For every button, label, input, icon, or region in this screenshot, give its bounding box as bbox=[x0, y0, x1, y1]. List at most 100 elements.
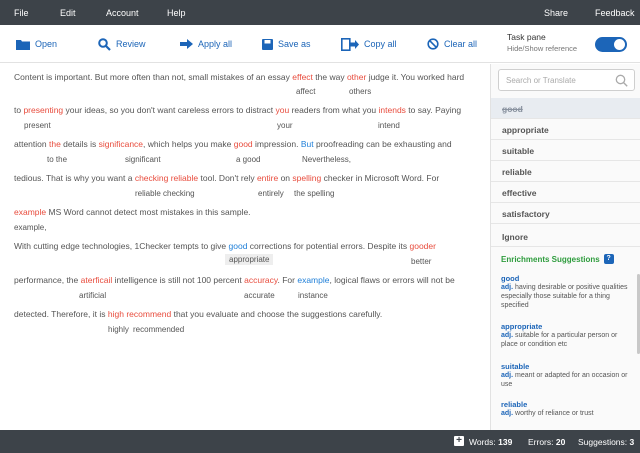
suggestion[interactable]: entirely bbox=[258, 189, 284, 198]
text-segment: intelligence is still not 100 percent bbox=[112, 275, 245, 285]
menu-feedback[interactable]: Feedback bbox=[595, 8, 635, 18]
text-line: tedious. That is why you want a checking… bbox=[14, 173, 439, 183]
clear-all-label: Clear all bbox=[444, 39, 478, 49]
option-original[interactable]: good bbox=[491, 98, 640, 119]
option-item[interactable]: suitable bbox=[491, 140, 640, 161]
definition-text: having desirable or positive qualities e… bbox=[501, 284, 628, 309]
definition-word[interactable]: good bbox=[501, 274, 631, 283]
suggestion[interactable]: example, bbox=[14, 223, 46, 232]
suggestion[interactable]: instance bbox=[298, 291, 328, 300]
review-button[interactable]: Review bbox=[98, 37, 146, 51]
flagged-enrichment[interactable]: example bbox=[297, 275, 329, 285]
status-bar: + Words: 139 Errors: 20 Suggestions: 3 bbox=[0, 430, 640, 453]
text-segment: proofreading can be exhausting and bbox=[313, 139, 452, 149]
flagged-error[interactable]: the bbox=[49, 139, 61, 149]
flagged-error[interactable]: you bbox=[276, 105, 290, 115]
definition-text: suitable for a particular person or plac… bbox=[501, 332, 618, 348]
definition-word[interactable]: appropriate bbox=[501, 322, 631, 331]
save-as-label: Save as bbox=[278, 39, 311, 49]
option-ignore[interactable]: Ignore bbox=[491, 226, 640, 247]
flagged-error[interactable]: recommend bbox=[126, 309, 171, 319]
text-segment: tedious. That is why you want a bbox=[14, 173, 135, 183]
definition-word[interactable]: reliable bbox=[501, 400, 631, 409]
apply-all-button[interactable]: Apply all bbox=[180, 37, 232, 51]
flagged-enrichment[interactable]: good bbox=[229, 241, 248, 251]
text-segment: detected. Therefore, it is bbox=[14, 309, 108, 319]
text-segment: tool. Don't rely bbox=[198, 173, 257, 183]
suggestion[interactable]: recommended bbox=[133, 325, 184, 334]
flagged-error[interactable]: good bbox=[234, 139, 253, 149]
text-line: performance, the aterficail intelligence… bbox=[14, 275, 455, 285]
flagged-enrichment[interactable]: But bbox=[301, 139, 314, 149]
flagged-error[interactable]: presenting bbox=[23, 105, 63, 115]
text-segment: impression. bbox=[252, 139, 301, 149]
suggestion[interactable]: a good bbox=[236, 155, 260, 164]
definition-entry: suitable adj. meant or adapted for an oc… bbox=[501, 362, 631, 389]
suggestion[interactable]: your bbox=[277, 121, 293, 130]
definition-pos: adj. bbox=[501, 372, 514, 379]
menu-share[interactable]: Share bbox=[544, 8, 568, 18]
flagged-error[interactable]: example bbox=[14, 207, 46, 217]
suggestion[interactable]: present bbox=[24, 121, 51, 130]
plus-icon[interactable]: + bbox=[454, 436, 464, 446]
text-line: attention the details is significance, w… bbox=[14, 139, 452, 149]
suggestion[interactable]: better bbox=[411, 257, 431, 266]
definition-entry: reliable adj. worthy of reliance or trus… bbox=[501, 400, 631, 418]
definition-word[interactable]: suitable bbox=[501, 362, 631, 371]
text-segment: that you evaluate and choose the suggest… bbox=[171, 309, 383, 319]
flagged-error[interactable]: significance bbox=[99, 139, 143, 149]
open-button[interactable]: Open bbox=[16, 37, 57, 51]
suggestion[interactable]: intend bbox=[378, 121, 400, 130]
suggestion[interactable]: significant bbox=[125, 155, 161, 164]
suggestion-selected[interactable]: appropriate bbox=[225, 254, 274, 265]
suggestion[interactable]: artificial bbox=[79, 291, 106, 300]
text-segment: readers from what you bbox=[289, 105, 379, 115]
menu-edit[interactable]: Edit bbox=[60, 8, 76, 18]
flagged-error[interactable]: accuracy bbox=[244, 275, 277, 285]
flagged-error[interactable]: spelling bbox=[292, 173, 321, 183]
flagged-error[interactable]: intends bbox=[379, 105, 406, 115]
flagged-error[interactable]: aterficail bbox=[81, 275, 113, 285]
option-item[interactable]: effective bbox=[491, 182, 640, 203]
task-pane-label: Task pane Hide/Show reference bbox=[507, 32, 577, 53]
flagged-error[interactable]: other bbox=[347, 72, 366, 82]
text-segment: on bbox=[278, 173, 293, 183]
definition-pos: adj. bbox=[501, 332, 514, 339]
suggestion[interactable]: highly bbox=[108, 325, 129, 334]
option-item[interactable]: satisfactory bbox=[491, 203, 640, 224]
folder-icon bbox=[16, 39, 30, 50]
flagged-error[interactable]: checking reliable bbox=[135, 173, 198, 183]
editor[interactable]: Content is important. But more often tha… bbox=[0, 64, 490, 430]
flagged-error[interactable]: effect bbox=[292, 72, 313, 82]
search-icon[interactable] bbox=[615, 74, 628, 87]
menu-help[interactable]: Help bbox=[167, 8, 186, 18]
menu-account[interactable]: Account bbox=[106, 8, 139, 18]
menu-file[interactable]: File bbox=[14, 8, 29, 18]
suggestion[interactable]: the spelling bbox=[294, 189, 334, 198]
suggestion[interactable]: reliable checking bbox=[135, 189, 195, 198]
suggestion[interactable]: affect bbox=[296, 87, 315, 96]
save-as-button[interactable]: Save as bbox=[262, 37, 311, 51]
text-segment: corrections for potential errors. Despit… bbox=[247, 241, 410, 251]
apply-all-label: Apply all bbox=[198, 39, 233, 49]
suggestion[interactable]: accurate bbox=[244, 291, 275, 300]
task-pane-toggle[interactable] bbox=[595, 37, 627, 52]
flagged-error[interactable]: gooder bbox=[409, 241, 435, 251]
suggestion[interactable]: others bbox=[349, 87, 371, 96]
option-item[interactable]: appropriate bbox=[491, 119, 640, 140]
task-pane-title: Task pane bbox=[507, 32, 546, 42]
copy-all-button[interactable]: Copy all bbox=[341, 37, 397, 51]
flagged-error[interactable]: entire bbox=[257, 173, 278, 183]
option-item[interactable]: reliable bbox=[491, 161, 640, 182]
suggestion[interactable]: to the bbox=[47, 155, 67, 164]
text-line: to presenting your ideas, so you don't w… bbox=[14, 105, 461, 115]
word-count: Words: 139 bbox=[469, 437, 512, 447]
search-box[interactable]: Search or Translate bbox=[498, 69, 635, 91]
suggestion[interactable]: Nevertheless, bbox=[302, 155, 351, 164]
flagged-error[interactable]: high bbox=[108, 309, 124, 319]
clear-all-button[interactable]: Clear all bbox=[427, 37, 477, 51]
definition-text: worthy of reliance or trust bbox=[515, 410, 594, 417]
enrichments-heading: Enrichments Suggestions ? bbox=[501, 254, 614, 264]
arrow-right-icon bbox=[180, 39, 193, 49]
help-icon[interactable]: ? bbox=[603, 254, 614, 264]
